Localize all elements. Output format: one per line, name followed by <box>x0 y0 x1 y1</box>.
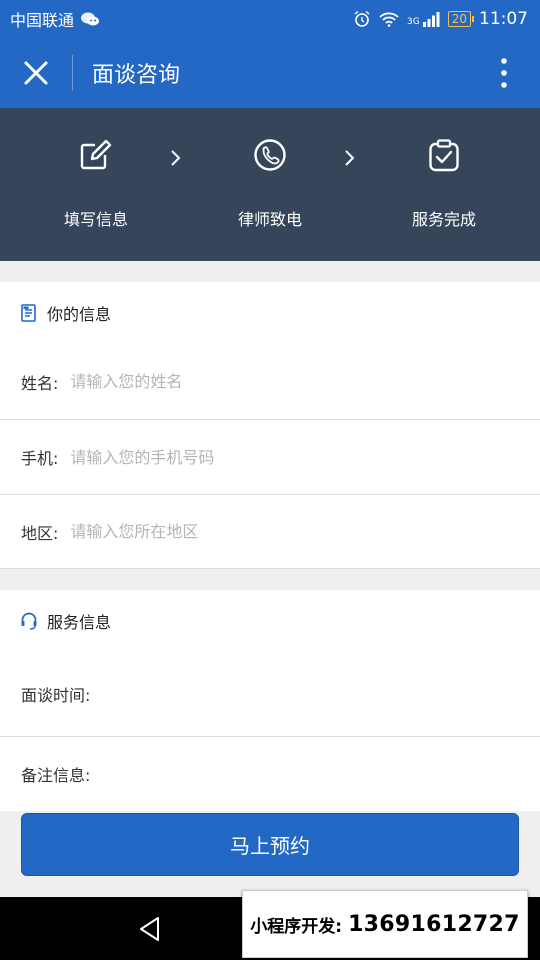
service-info-section: 服务信息 面谈时间: 备注信息: <box>0 590 540 811</box>
section-title: 服务信息 <box>47 613 112 632</box>
region-input[interactable] <box>70 522 471 541</box>
page-title: 面谈咨询 <box>92 63 181 88</box>
step-fill-info: 填写信息 <box>26 108 166 261</box>
clipboard-check-icon <box>429 139 459 172</box>
phone-input[interactable] <box>70 447 471 467</box>
remarks-label: 备注信息: <box>21 766 91 785</box>
status-left: 中国联通 <box>10 7 100 31</box>
progress-steps: 填写信息 律师致电 服务完成 <box>0 108 540 261</box>
headset-icon <box>21 612 37 630</box>
close-button[interactable] <box>0 38 72 108</box>
more-button[interactable] <box>468 38 540 108</box>
your-info-section: 你的信息 姓名: 手机: 地区: <box>0 282 540 569</box>
region-label: 地区: <box>21 523 59 543</box>
name-row: 姓名: <box>0 344 540 419</box>
status-right: 3G 20 11:07 <box>353 9 528 29</box>
name-input[interactable] <box>70 372 471 391</box>
battery-icon: 20 <box>447 11 475 27</box>
chevron-right-icon <box>171 150 181 166</box>
title-divider <box>72 55 73 91</box>
step-label: 填写信息 <box>63 210 128 229</box>
chevron-right-icon <box>345 150 355 166</box>
wifi-icon <box>379 12 399 27</box>
wechat-icon <box>81 12 100 26</box>
step-label: 服务完成 <box>411 210 476 229</box>
section-header: 服务信息 <box>0 590 540 652</box>
book-now-button[interactable]: 马上预约 <box>21 813 519 876</box>
step-label: 律师致电 <box>237 210 302 229</box>
edit-icon <box>80 139 112 170</box>
phone-label: 手机: <box>21 449 59 468</box>
section-header: 你的信息 <box>0 282 540 344</box>
phone-row: 手机: <box>0 419 540 494</box>
title-bar: 面谈咨询 <box>0 38 540 108</box>
section-title: 你的信息 <box>47 305 112 324</box>
more-vertical-icon <box>501 58 507 88</box>
step-service-complete: 服务完成 <box>374 108 514 261</box>
status-bar: 中国联通 3G 20 11:07 <box>0 0 540 38</box>
signal-icon <box>422 12 440 27</box>
name-label: 姓名: <box>21 373 59 393</box>
back-icon[interactable] <box>134 913 166 945</box>
watermark-phone: 13691612727 <box>348 911 520 937</box>
step-lawyer-call: 律师致电 <box>200 108 340 261</box>
remarks-row[interactable]: 备注信息: <box>0 736 540 811</box>
meeting-time-label: 面谈时间: <box>21 686 91 705</box>
phone-icon <box>254 139 286 171</box>
alarm-icon <box>354 10 370 27</box>
meeting-time-row[interactable]: 面谈时间: <box>0 652 540 736</box>
carrier-label: 中国联通 <box>10 11 75 30</box>
contact-watermark: 小程序开发: 13691612727 <box>242 890 528 958</box>
clock: 11:07 <box>479 9 528 29</box>
document-icon <box>21 304 36 322</box>
region-row: 地区: <box>0 494 540 569</box>
network-type: 3G <box>407 17 420 27</box>
close-icon <box>24 61 48 85</box>
watermark-prefix: 小程序开发: <box>250 916 343 937</box>
